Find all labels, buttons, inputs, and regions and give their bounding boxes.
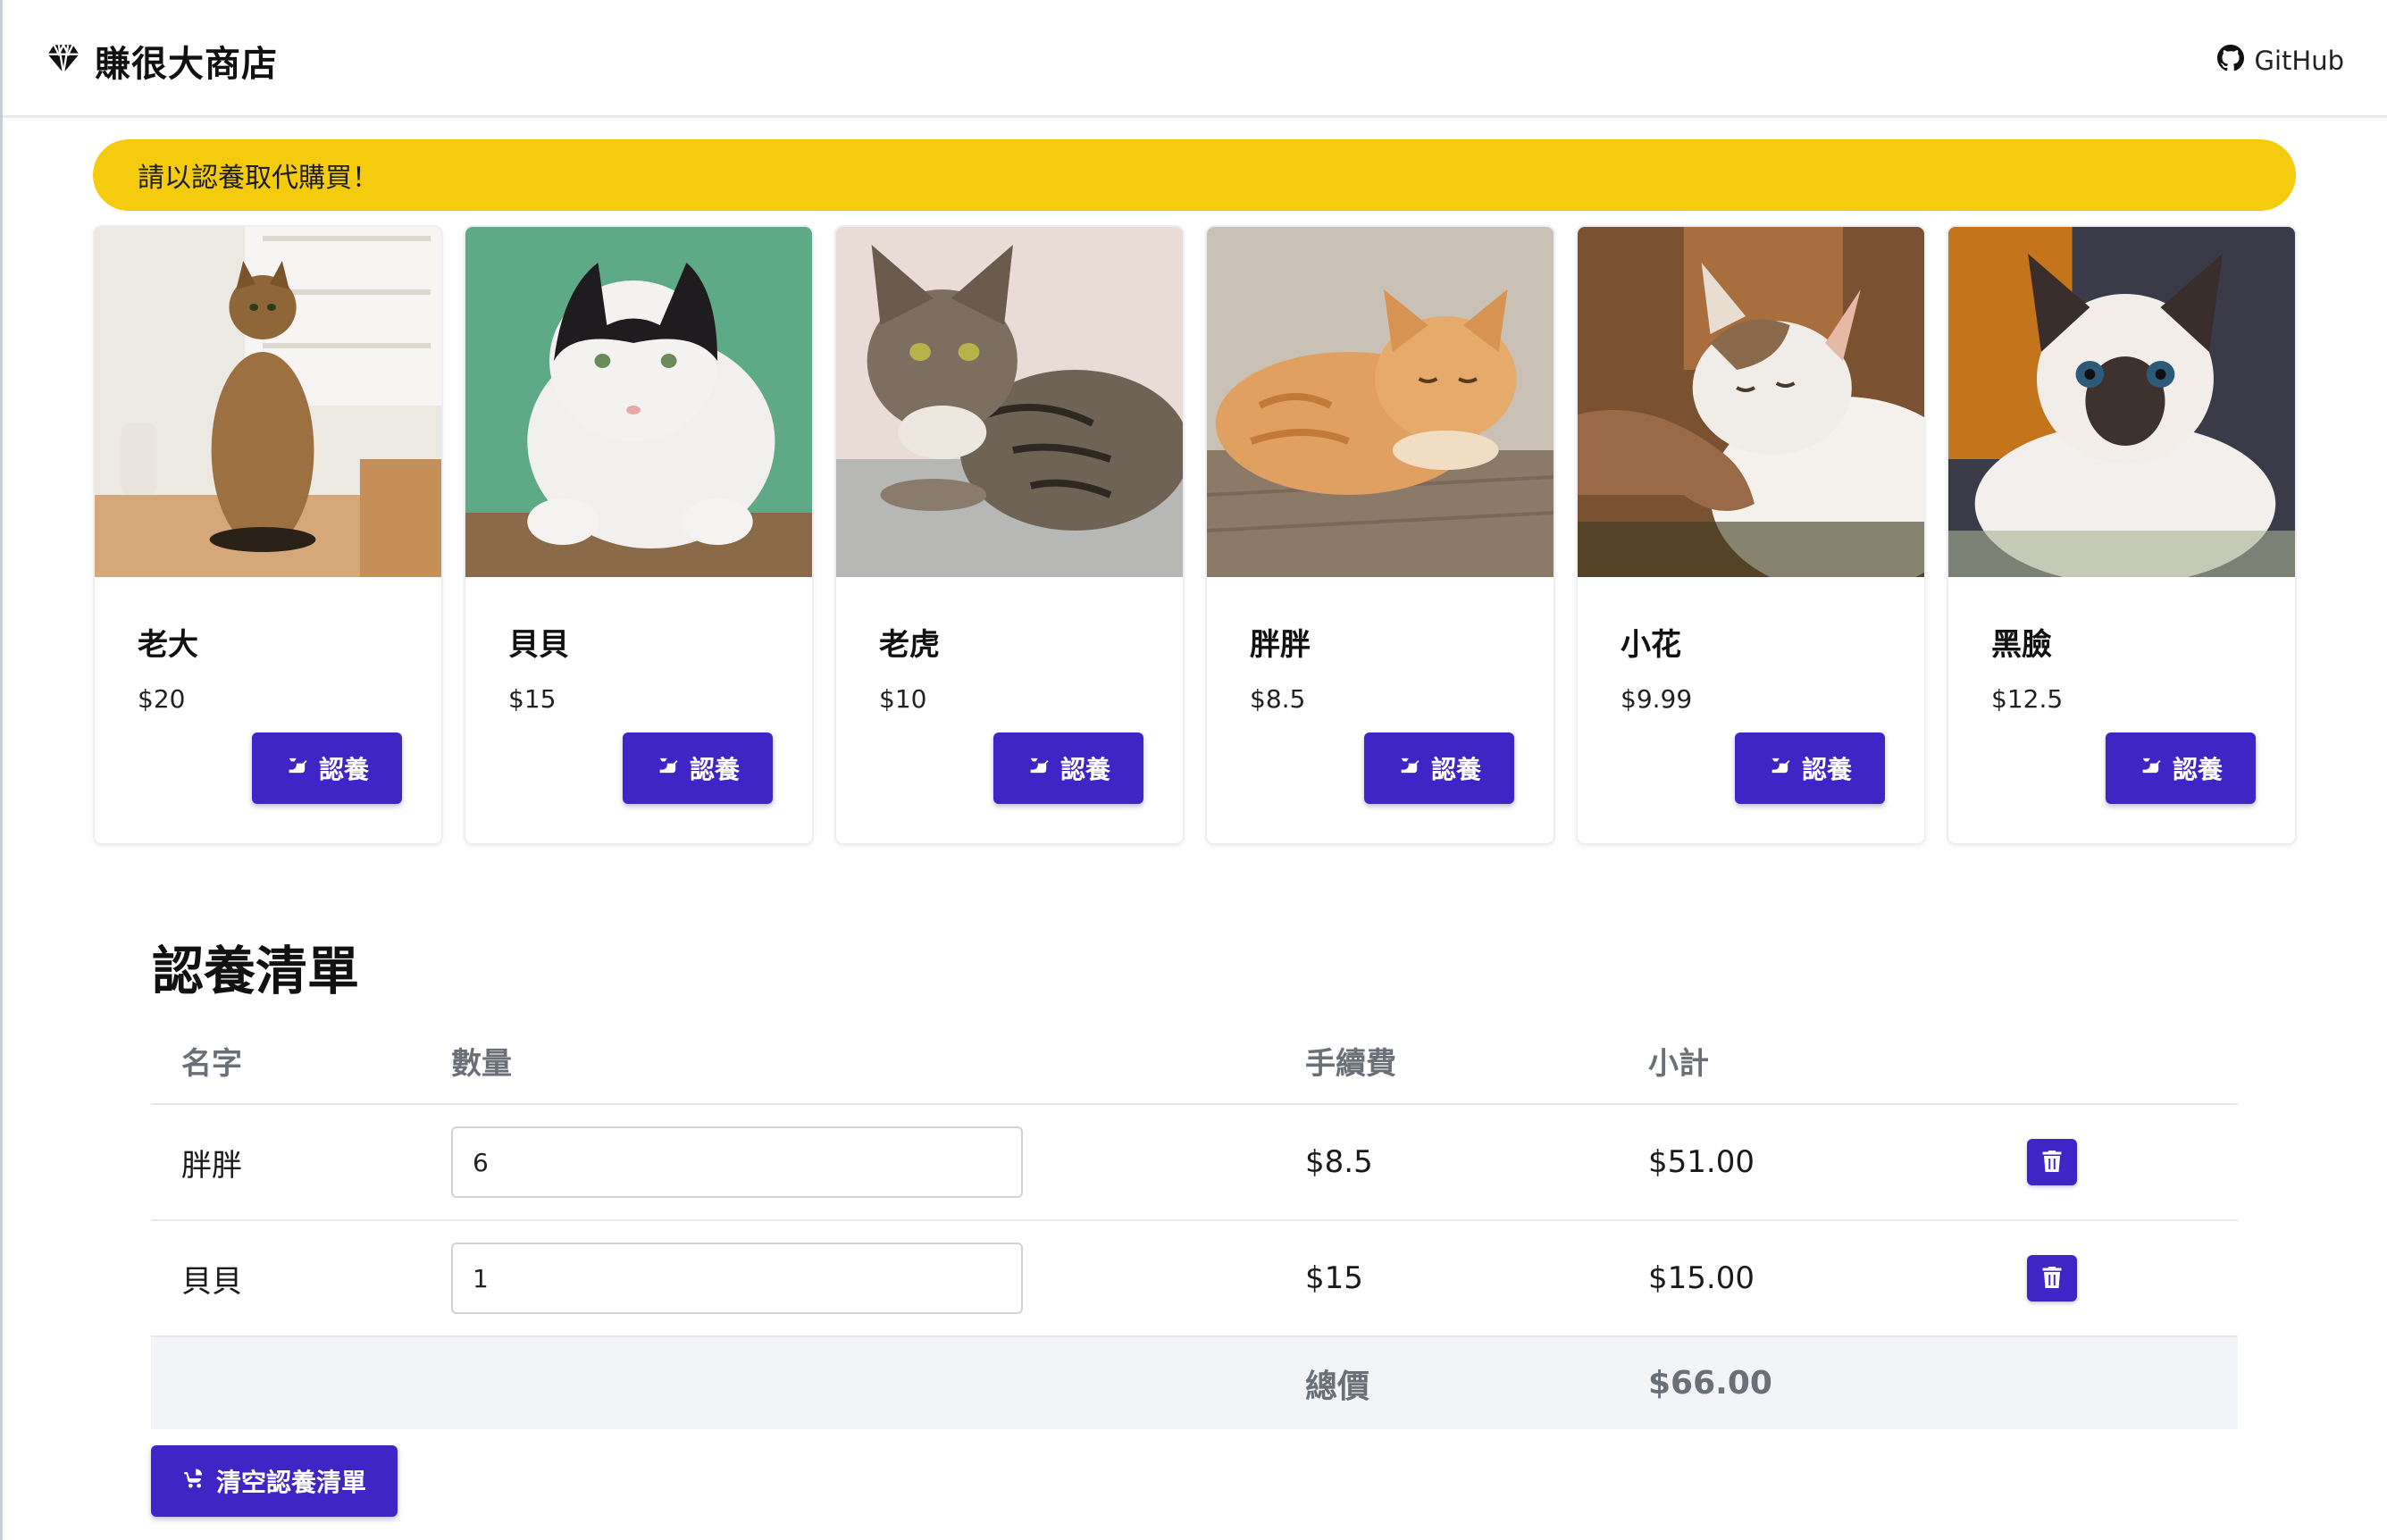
cat-name: 胖胖 xyxy=(1250,627,1311,663)
adopt-button[interactable]: 認養 xyxy=(993,732,1143,804)
row-qty-cell xyxy=(451,1220,1305,1337)
header-subtotal: 小計 xyxy=(1648,1018,2027,1105)
cat-card: 老大 $20 認養 xyxy=(93,225,443,845)
adopt-alert-banner: 請以認養取代購買！ xyxy=(93,139,2296,211)
adopt-button-label: 認養 xyxy=(2172,755,2223,784)
row-name: 胖胖 xyxy=(151,1104,451,1221)
cat-card: 黑臉 $12.5 認養 xyxy=(1947,225,2297,845)
adopt-button-label: 認養 xyxy=(1430,755,1481,784)
cat-price: $12.5 xyxy=(1991,684,2064,714)
trash-icon xyxy=(2042,1266,2062,1291)
window-left-edge xyxy=(0,0,3,1540)
table-row: 胖胖 $8.5 $51.00 xyxy=(151,1104,2238,1221)
cat-name: 小花 xyxy=(1621,627,1681,663)
cat-icon xyxy=(285,753,310,784)
cat-icon xyxy=(2139,753,2164,784)
clear-list-button[interactable]: 清空認養清單 xyxy=(151,1445,398,1517)
adoption-list-title: 認養清單 xyxy=(152,941,360,1001)
brand-name: 賺很大商店 xyxy=(95,44,278,85)
cat-card: 貝貝 $15 認養 xyxy=(464,225,814,845)
adopt-button[interactable]: 認養 xyxy=(2106,732,2256,804)
row-subtotal: $15.00 xyxy=(1648,1220,2027,1337)
brand-link[interactable]: 賺很大商店 xyxy=(45,34,278,88)
table-header-row: 名字 數量 手續費 小計 xyxy=(151,1018,2238,1105)
diamond-icon xyxy=(45,40,82,81)
trash-icon xyxy=(2042,1150,2062,1175)
cat-photo xyxy=(95,227,441,577)
cat-icon xyxy=(1026,753,1051,784)
adopt-button[interactable]: 認養 xyxy=(623,732,773,804)
cat-photo xyxy=(465,227,812,577)
delete-button[interactable] xyxy=(2027,1255,2077,1301)
cat-price: $20 xyxy=(138,684,186,714)
adopt-button-label: 認養 xyxy=(1801,755,1852,784)
adopt-button[interactable]: 認養 xyxy=(252,732,402,804)
adopt-button[interactable]: 認養 xyxy=(1735,732,1885,804)
cat-icon xyxy=(656,753,681,784)
cat-price: $10 xyxy=(879,684,927,714)
github-label: GitHub xyxy=(2254,46,2345,76)
total-row: 總價 $66.00 xyxy=(151,1336,2238,1429)
cat-card: 老虎 $10 認養 xyxy=(834,225,1185,845)
adopt-button-label: 認養 xyxy=(318,755,369,784)
row-actions xyxy=(2027,1220,2238,1337)
total-label: 總價 xyxy=(1305,1336,1648,1429)
quantity-input[interactable] xyxy=(451,1243,1023,1314)
header-qty: 數量 xyxy=(451,1018,1305,1105)
delete-button[interactable] xyxy=(2027,1139,2077,1185)
cat-photo xyxy=(1578,227,1924,577)
navbar: 賺很大商店 GitHub xyxy=(0,0,2387,118)
cat-name: 黑臉 xyxy=(1991,627,2052,663)
stroller-icon xyxy=(182,1466,207,1497)
cat-name: 貝貝 xyxy=(508,627,569,663)
cat-photo xyxy=(836,227,1183,577)
adopt-button-label: 認養 xyxy=(1059,755,1110,784)
adopt-button-label: 認養 xyxy=(689,755,740,784)
cat-photo xyxy=(1207,227,1554,577)
header-actions xyxy=(2027,1018,2238,1105)
github-icon xyxy=(2216,44,2244,78)
row-fee: $8.5 xyxy=(1305,1104,1648,1221)
header-fee: 手續費 xyxy=(1305,1018,1648,1105)
cat-name: 老大 xyxy=(138,627,198,663)
row-fee: $15 xyxy=(1305,1220,1648,1337)
adoption-list-table: 名字 數量 手續費 小計 胖胖 $8.5 $51.00 貝貝 xyxy=(151,1018,2238,1429)
cat-icon xyxy=(1397,753,1422,784)
alert-text: 請以認養取代購買！ xyxy=(138,163,379,194)
github-link[interactable]: GitHub xyxy=(2216,41,2345,80)
table-row: 貝貝 $15 $15.00 xyxy=(151,1220,2238,1337)
cat-price: $8.5 xyxy=(1250,684,1306,714)
row-name: 貝貝 xyxy=(151,1220,451,1337)
quantity-input[interactable] xyxy=(451,1126,1023,1198)
total-value: $66.00 xyxy=(1648,1336,2027,1429)
cat-icon xyxy=(1768,753,1793,784)
cat-photo xyxy=(1948,227,2295,577)
cat-price: $9.99 xyxy=(1621,684,1693,714)
cat-card: 胖胖 $8.5 認養 xyxy=(1205,225,1555,845)
row-actions xyxy=(2027,1104,2238,1221)
cat-name: 老虎 xyxy=(879,627,940,663)
adopt-button[interactable]: 認養 xyxy=(1364,732,1514,804)
row-subtotal: $51.00 xyxy=(1648,1104,2027,1221)
cat-price: $15 xyxy=(508,684,557,714)
row-qty-cell xyxy=(451,1104,1305,1221)
header-name: 名字 xyxy=(151,1018,451,1105)
clear-list-label: 清空認養清單 xyxy=(215,1468,366,1497)
cat-card: 小花 $9.99 認養 xyxy=(1576,225,1926,845)
